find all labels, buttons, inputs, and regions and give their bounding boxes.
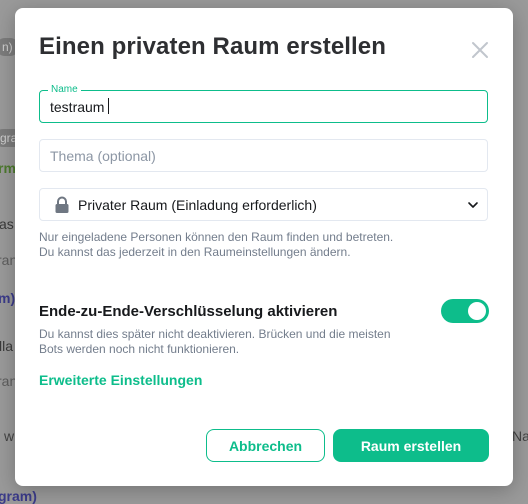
topic-input[interactable] [50, 140, 470, 171]
name-field[interactable]: Name [39, 84, 488, 123]
advanced-settings-link[interactable]: Erweiterte Einstellungen [39, 372, 202, 388]
toggle-knob [468, 302, 486, 320]
visibility-hint: Nur eingeladene Personen können den Raum… [39, 230, 394, 259]
e2e-label: Ende-zu-Ende-Verschlüsselung aktivieren [39, 303, 338, 320]
e2e-hint: Du kannst dies später nicht deaktivieren… [39, 327, 391, 356]
visibility-select[interactable]: Privater Raum (Einladung erforderlich) [39, 188, 488, 221]
background-text: w [4, 428, 15, 444]
close-button[interactable] [468, 38, 492, 62]
text-caret [108, 98, 109, 114]
dialog-title: Einen privaten Raum erstellen [39, 33, 387, 60]
background-text: lla [0, 338, 14, 354]
chevron-down-icon [468, 202, 478, 208]
create-room-dialog: Einen privaten Raum erstellen Name Priva… [15, 8, 513, 486]
create-room-button[interactable]: Raum erstellen [333, 429, 489, 462]
visibility-selected: Privater Raum (Einladung erforderlich) [78, 197, 317, 213]
close-icon [472, 42, 488, 58]
topic-field[interactable] [39, 139, 488, 172]
cancel-button[interactable]: Abbrechen [206, 429, 325, 462]
name-input[interactable] [50, 91, 470, 122]
background-text: as [0, 216, 14, 232]
e2e-toggle[interactable] [441, 299, 489, 323]
background-text: Na [512, 428, 528, 444]
background-text: gram) [0, 488, 37, 504]
background-text: m) [0, 290, 16, 306]
lock-icon [55, 196, 69, 213]
